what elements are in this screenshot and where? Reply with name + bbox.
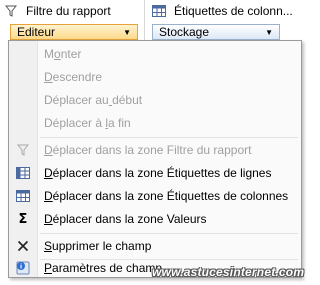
row-labels-icon	[9, 162, 37, 184]
sigma-icon: Σ	[18, 211, 28, 227]
menu-item-monter[interactable]: Monter	[9, 43, 301, 65]
editeur-field-dropdown[interactable]: Editeur ▼	[10, 24, 138, 40]
column-labels-icon	[9, 185, 37, 207]
filter-icon	[9, 139, 37, 161]
report-filter-zone: Filtre du rapport	[2, 0, 142, 22]
svg-text:i: i	[20, 263, 22, 270]
stockage-field-dropdown[interactable]: Stockage ▼	[152, 24, 280, 40]
menu-item-delete-field[interactable]: Supprimer le champ	[9, 235, 301, 257]
menu-item-label: Supprimer le champ	[44, 239, 152, 253]
field-context-menu: Monter Descendre Déplacer au début Dépla…	[8, 40, 302, 278]
column-labels-title: Étiquettes de colonn...	[174, 4, 293, 18]
menu-item-label: Déplacer à la fin	[44, 116, 131, 130]
column-labels-icon	[150, 2, 168, 20]
menu-item-label: Déplacer au début	[44, 93, 143, 107]
menu-item-label: Monter	[44, 47, 82, 61]
column-labels-zone: Étiquettes de colonn...	[150, 0, 300, 22]
report-filter-title: Filtre du rapport	[26, 4, 111, 18]
editeur-field-label: Editeur	[17, 25, 56, 39]
menu-item-descendre[interactable]: Descendre	[9, 66, 301, 88]
menu-separator	[40, 137, 298, 138]
menu-item-move-to-column-labels[interactable]: Déplacer dans la zone Étiquettes de colo…	[9, 185, 301, 207]
menu-item-label: Déplacer dans la zone Filtre du rapport	[44, 143, 252, 157]
filter-icon	[2, 2, 20, 20]
menu-item-move-to-values[interactable]: Σ Déplacer dans la zone Valeurs	[9, 208, 301, 230]
menu-item-deplacer-au-debut[interactable]: Déplacer au début	[9, 89, 301, 111]
menu-item-label: Déplacer dans la zone Étiquettes de colo…	[44, 189, 289, 203]
menu-item-move-to-report-filter[interactable]: Déplacer dans la zone Filtre du rapport	[9, 139, 301, 161]
menu-separator	[40, 233, 298, 234]
field-settings-icon: i	[9, 257, 37, 279]
menu-item-label: Descendre	[44, 70, 103, 84]
menu-item-move-to-row-labels[interactable]: Déplacer dans la zone Étiquettes de lign…	[9, 162, 301, 184]
site-watermark: www.astucesinternet.com	[152, 265, 305, 279]
chevron-down-icon: ▼	[123, 27, 131, 37]
menu-item-label: Déplacer dans la zone Valeurs	[44, 212, 207, 226]
menu-item-label: Déplacer dans la zone Étiquettes de lign…	[44, 166, 272, 180]
menu-item-deplacer-a-la-fin[interactable]: Déplacer à la fin	[9, 112, 301, 134]
delete-icon	[9, 235, 37, 257]
stockage-field-label: Stockage	[159, 25, 210, 39]
chevron-down-icon: ▼	[265, 27, 273, 37]
